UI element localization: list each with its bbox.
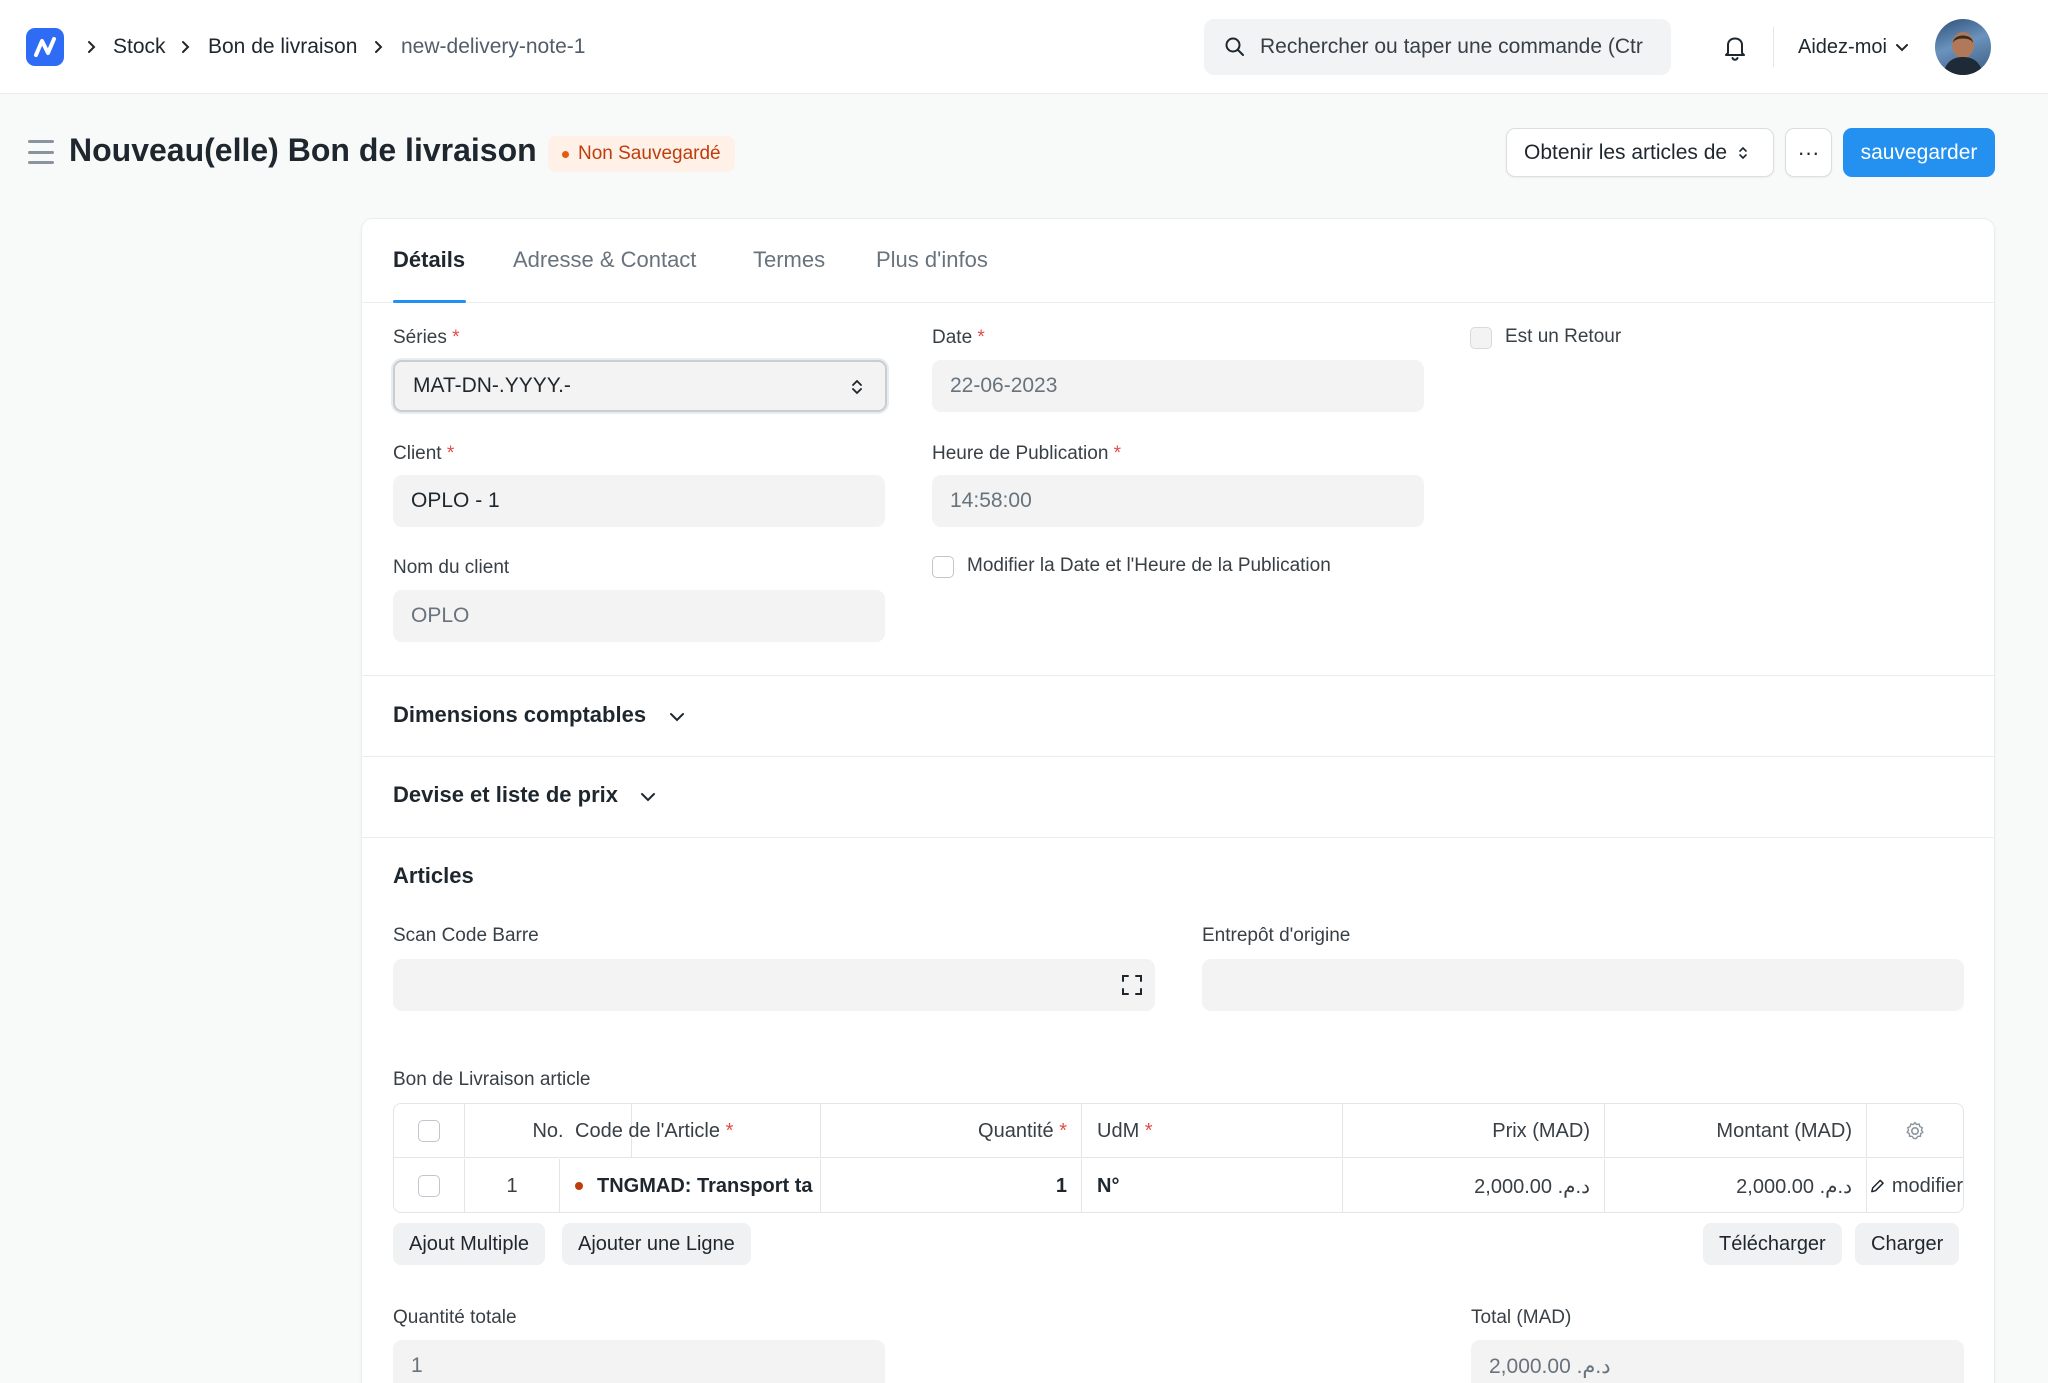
- edit-row-label: modifier: [1891, 1174, 1963, 1197]
- edit-posting-datetime-checkbox[interactable]: [932, 556, 954, 578]
- column-settings-cell: [1867, 1104, 1963, 1158]
- breadcrumb-delivery-note[interactable]: Bon de livraison: [208, 33, 357, 61]
- source-warehouse-label: Entrepôt d'origine: [1202, 925, 1351, 946]
- status-dot: [562, 150, 569, 158]
- cell-item-code[interactable]: TNGMAD: Transport ta: [560, 1159, 821, 1213]
- cell-quantity[interactable]: 1: [821, 1159, 1082, 1213]
- get-items-label: Obtenir les articles de: [1524, 140, 1728, 164]
- series-select[interactable]: MAT-DN-.YYYY.-: [393, 360, 887, 412]
- sidebar-toggle-icon[interactable]: [28, 140, 54, 164]
- save-button[interactable]: sauvegarder: [1843, 128, 1995, 177]
- tab-more-info[interactable]: Plus d'infos: [876, 245, 988, 275]
- form-card: Détails Adresse & Contact Termes Plus d'…: [361, 218, 1995, 1383]
- barcode-scan-icon[interactable]: [1121, 974, 1143, 996]
- section-divider: [362, 675, 1994, 676]
- table-row[interactable]: 1 TNGMAD: Transport ta 1 N° د.م. 2,000.0…: [394, 1159, 1963, 1213]
- chevron-right-icon: [88, 41, 96, 53]
- active-tab-indicator: [393, 300, 466, 303]
- date-field[interactable]: 22-06-2023: [932, 360, 1424, 412]
- edit-posting-datetime-label: Modifier la Date et l'Heure de la Public…: [967, 555, 1331, 576]
- chevron-down-icon: [1895, 44, 1908, 52]
- series-label: Séries *: [393, 327, 460, 348]
- scan-barcode-input[interactable]: [393, 959, 1155, 1011]
- total-field: د.م. 2,000.00: [1471, 1340, 1964, 1383]
- form-tabs: Détails Adresse & Contact Termes Plus d'…: [362, 219, 1994, 303]
- section-accounting-dimensions[interactable]: Dimensions comptables: [393, 700, 646, 730]
- source-warehouse-input[interactable]: [1202, 959, 1964, 1011]
- posting-time-label: Heure de Publication *: [932, 443, 1122, 464]
- row-edit-cell[interactable]: modifier: [1867, 1159, 1963, 1213]
- total-qty-label: Quantité totale: [393, 1307, 517, 1328]
- total-qty-field: 1: [393, 1340, 885, 1383]
- items-table-label: Bon de Livraison article: [393, 1069, 591, 1090]
- tab-details[interactable]: Détails: [393, 245, 465, 275]
- items-table: No. Code de l'Article * Quantité * UdM *…: [393, 1103, 1964, 1213]
- select-all-cell: [394, 1104, 465, 1158]
- tab-address-contact[interactable]: Adresse & Contact: [513, 245, 696, 275]
- status-text: Non Sauvegardé: [578, 143, 721, 164]
- gear-icon[interactable]: [1904, 1120, 1926, 1142]
- cell-amount: د.م. 2,000.00: [1605, 1159, 1867, 1213]
- client-name-label: Nom du client: [393, 557, 510, 578]
- status-badge: Non Sauvegardé: [548, 136, 735, 172]
- scan-barcode-label: Scan Code Barre: [393, 925, 539, 946]
- client-name-field: OPLO: [393, 590, 885, 642]
- select-all-checkbox[interactable]: [418, 1120, 440, 1142]
- table-header-row: No. Code de l'Article * Quantité * UdM *…: [394, 1104, 1963, 1158]
- select-updown-icon: [852, 379, 862, 395]
- col-rate: Prix (MAD): [1343, 1104, 1605, 1158]
- search-placeholder: Rechercher ou taper une commande (Ctr: [1260, 35, 1643, 58]
- add-multiple-button[interactable]: Ajout Multiple: [393, 1223, 546, 1265]
- col-uom: UdM *: [1082, 1104, 1343, 1158]
- cell-uom[interactable]: N°: [1082, 1159, 1343, 1213]
- tab-terms[interactable]: Termes: [753, 245, 825, 275]
- col-item-code: Code de l'Article *: [560, 1104, 821, 1158]
- section-articles: Articles: [393, 863, 474, 888]
- date-label: Date *: [932, 327, 985, 348]
- search-icon: [1225, 37, 1244, 56]
- chevron-down-icon[interactable]: [668, 708, 686, 726]
- user-photo: [1943, 32, 1983, 75]
- is-return-checkbox[interactable]: [1470, 327, 1492, 349]
- item-status-dot: [575, 1182, 583, 1190]
- col-amount: Montant (MAD): [1605, 1104, 1867, 1158]
- select-updown-icon: [1739, 146, 1747, 159]
- more-actions-button[interactable]: ···: [1785, 128, 1832, 177]
- pencil-icon: [1871, 1179, 1884, 1193]
- search-input[interactable]: Rechercher ou taper une commande (Ctr: [1204, 19, 1671, 75]
- navbar-divider: [1773, 27, 1774, 67]
- get-items-from-button[interactable]: Obtenir les articles de: [1506, 128, 1774, 177]
- is-return-label: Est un Retour: [1505, 326, 1622, 347]
- series-value: MAT-DN-.YYYY.-: [413, 374, 571, 397]
- help-dropdown[interactable]: Aidez-moi: [1798, 33, 1909, 61]
- download-button[interactable]: Télécharger: [1703, 1223, 1842, 1265]
- client-field[interactable]: OPLO - 1: [393, 475, 885, 527]
- chevron-right-icon: [375, 41, 383, 53]
- user-avatar[interactable]: [1935, 19, 1991, 75]
- breadcrumb-current: new-delivery-note-1: [401, 35, 586, 58]
- page-title: Nouveau(elle) Bon de livraison: [69, 132, 537, 168]
- add-row-button[interactable]: Ajouter une Ligne: [562, 1223, 751, 1265]
- row-select-cell: [394, 1159, 465, 1213]
- cell-no: 1: [465, 1159, 560, 1213]
- section-currency-price-list[interactable]: Devise et liste de prix: [393, 780, 618, 810]
- col-quantity: Quantité *: [821, 1104, 1082, 1158]
- logo-mark-icon: [34, 37, 56, 57]
- breadcrumb-stock[interactable]: Stock: [113, 33, 166, 61]
- section-divider: [362, 756, 1994, 757]
- help-label: Aidez-moi: [1798, 36, 1887, 58]
- top-navbar: Stock Bon de livraison new-delivery-note…: [0, 0, 2048, 94]
- total-label: Total (MAD): [1471, 1307, 1572, 1328]
- chevron-down-icon[interactable]: [639, 788, 657, 806]
- client-label: Client *: [393, 443, 455, 464]
- row-checkbox[interactable]: [418, 1175, 440, 1197]
- chevron-right-icon: [182, 41, 190, 53]
- notification-bell-icon[interactable]: [1720, 32, 1750, 62]
- cell-rate[interactable]: د.م. 2,000.00: [1343, 1159, 1605, 1213]
- upload-button[interactable]: Charger: [1855, 1223, 1960, 1265]
- more-actions-label: ···: [1797, 139, 1820, 165]
- app-logo[interactable]: [26, 28, 64, 66]
- posting-time-field[interactable]: 14:58:00: [932, 475, 1424, 527]
- section-divider: [362, 837, 1994, 838]
